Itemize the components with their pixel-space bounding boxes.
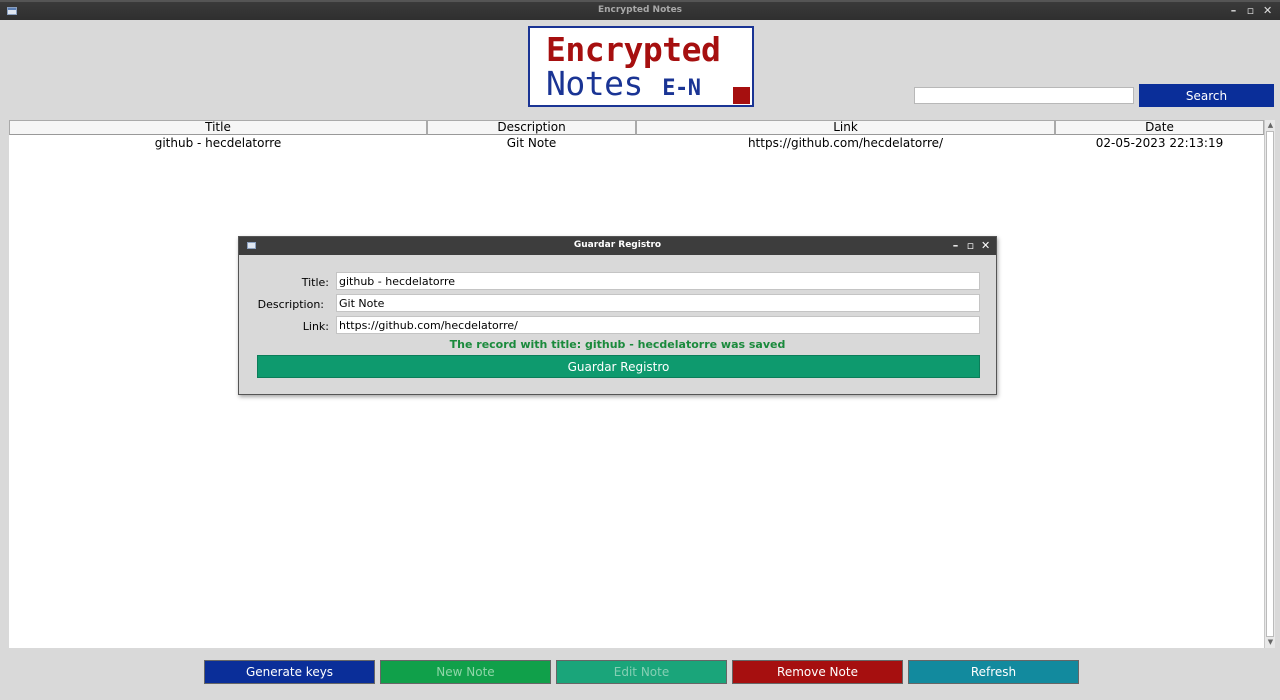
- new-note-button[interactable]: New Note: [380, 660, 551, 684]
- title-label: Title:: [301, 276, 329, 289]
- window-title: Encrypted Notes: [597, 5, 683, 15]
- dialog-controls: – ▫ ✕: [951, 238, 990, 253]
- table-row[interactable]: github - hecdelatorre Git Note https://g…: [9, 135, 1264, 151]
- column-header-link[interactable]: Link: [636, 120, 1055, 135]
- title-field[interactable]: github - hecdelatorre: [336, 272, 980, 290]
- refresh-button[interactable]: Refresh: [908, 660, 1079, 684]
- cell-date: 02-05-2023 22:13:19: [1095, 136, 1224, 150]
- logo-notes-text: Notes: [546, 64, 643, 103]
- window-titlebar[interactable]: Encrypted Notes – ▫ ✕: [0, 0, 1280, 20]
- link-label: Link:: [302, 320, 329, 333]
- dialog-minimize-icon[interactable]: –: [951, 238, 960, 253]
- remove-note-button[interactable]: Remove Note: [732, 660, 903, 684]
- table-header: Title Description Link Date: [9, 120, 1264, 135]
- scroll-thumb[interactable]: [1266, 131, 1274, 637]
- description-field[interactable]: Git Note: [336, 294, 980, 312]
- dialog-titlebar[interactable]: Guardar Registro – ▫ ✕: [239, 237, 996, 255]
- generate-keys-button[interactable]: Generate keys: [204, 660, 375, 684]
- minimize-icon[interactable]: –: [1229, 4, 1238, 18]
- column-header-title[interactable]: Title: [9, 120, 427, 135]
- cell-title: github - hecdelatorre: [154, 136, 282, 150]
- search-button[interactable]: Search: [1139, 84, 1274, 107]
- table-scrollbar[interactable]: ▲ ▼: [1264, 120, 1275, 648]
- save-status-message: The record with title: github - hecdelat…: [449, 338, 786, 351]
- logo-en-text: E-N: [662, 76, 701, 101]
- cell-link: https://github.com/hecdelatorre/: [747, 136, 944, 150]
- dialog-title: Guardar Registro: [573, 240, 662, 250]
- save-record-dialog: Guardar Registro – ▫ ✕ Title: github - h…: [238, 236, 997, 395]
- dialog-maximize-icon[interactable]: ▫: [966, 238, 975, 253]
- app-logo: Encrypted Notes E-N: [528, 26, 754, 107]
- edit-note-button[interactable]: Edit Note: [556, 660, 727, 684]
- search-input[interactable]: [914, 87, 1134, 104]
- window-controls: – ▫ ✕: [1229, 4, 1272, 18]
- column-header-description[interactable]: Description: [427, 120, 636, 135]
- column-header-date[interactable]: Date: [1055, 120, 1264, 135]
- cell-description: Git Note: [506, 136, 557, 150]
- scroll-up-icon[interactable]: ▲: [1266, 121, 1275, 130]
- guardar-registro-button[interactable]: Guardar Registro: [257, 355, 980, 378]
- dialog-close-icon[interactable]: ✕: [981, 238, 990, 253]
- logo-line-notes: Notes E-N: [546, 64, 701, 103]
- logo-square: [733, 87, 750, 104]
- description-label: Description:: [257, 298, 324, 311]
- link-field[interactable]: https://github.com/hecdelatorre/: [336, 316, 980, 334]
- close-icon[interactable]: ✕: [1263, 4, 1272, 18]
- maximize-icon[interactable]: ▫: [1246, 4, 1255, 18]
- scroll-down-icon[interactable]: ▼: [1266, 638, 1275, 647]
